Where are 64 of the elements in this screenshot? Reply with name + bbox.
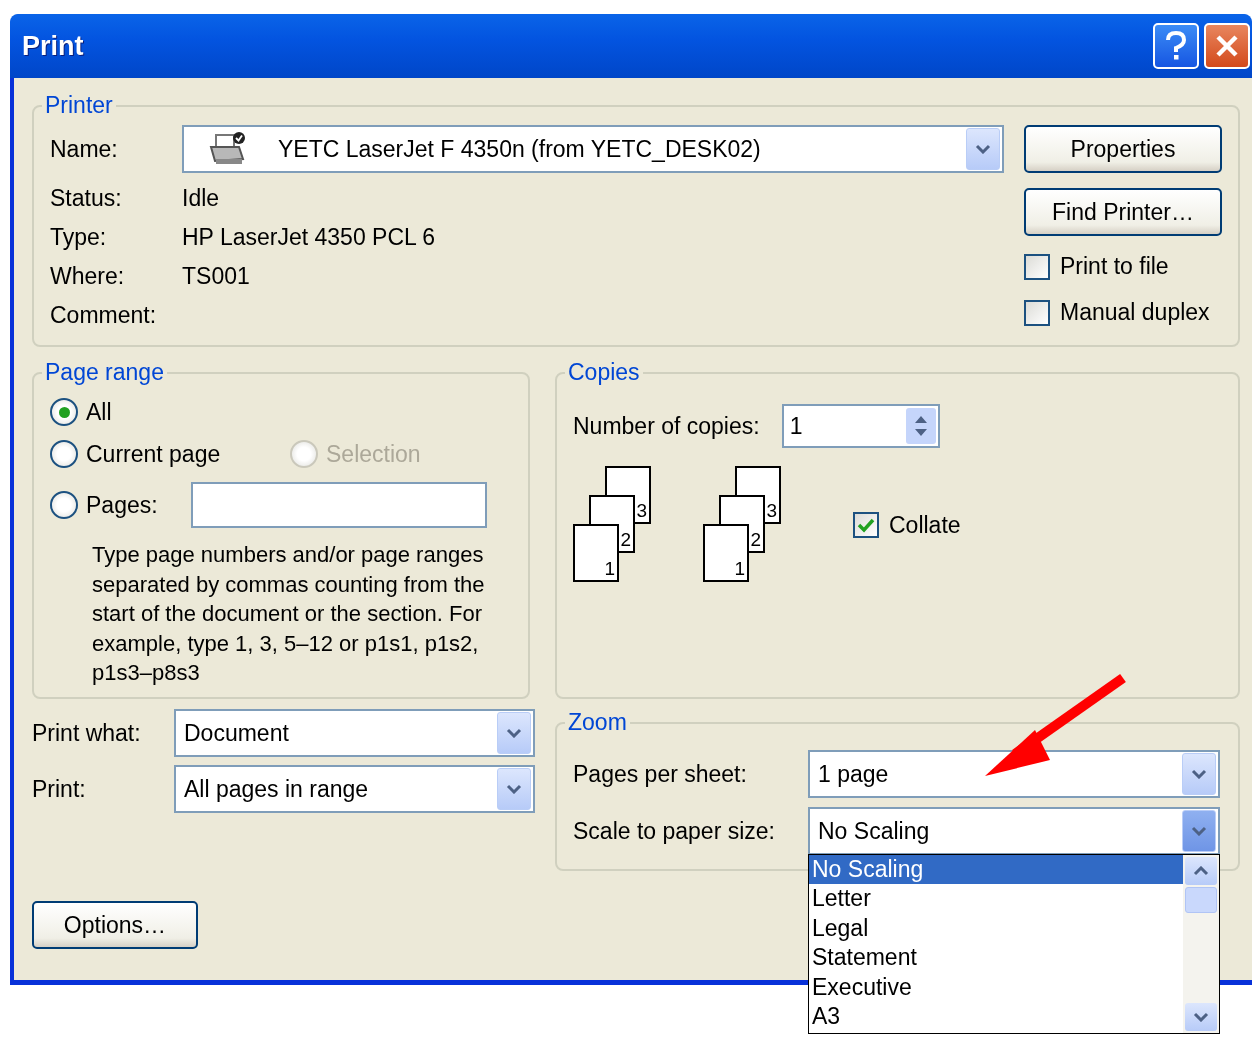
field-label: Pages per sheet:: [573, 760, 748, 788]
group-title: Printer: [44, 92, 114, 119]
chevron-down-icon: [975, 144, 991, 154]
checkbox-label: Print to file: [1060, 253, 1169, 280]
chevron-down-icon: [1191, 826, 1207, 836]
list-option[interactable]: A3: [809, 1001, 1183, 1032]
dialog-button[interactable]: Properties: [1024, 125, 1222, 173]
dialog-button[interactable]: Options…: [32, 901, 198, 949]
dialog-button[interactable]: Find Printer…: [1024, 188, 1222, 236]
group-title: Zoom: [567, 709, 628, 736]
field-label: Number of copies:: [573, 412, 760, 440]
list-option[interactable]: Legal: [809, 913, 1183, 944]
field-label: Scale to paper size:: [573, 817, 776, 845]
radio-button[interactable]: [50, 440, 78, 468]
window-title: Print: [22, 30, 85, 62]
printer-icon: [208, 131, 248, 167]
checkbox[interactable]: [1024, 299, 1050, 326]
scrollbar[interactable]: [1183, 855, 1219, 1033]
dropdown-field[interactable]: All pages in range: [174, 765, 535, 813]
page-sheet: 1: [703, 524, 749, 582]
field-label: Print what:: [32, 719, 142, 747]
page-sheet: 1: [573, 524, 619, 582]
radio-label: Selection: [326, 440, 421, 468]
checkbox[interactable]: [853, 512, 879, 538]
field-value: Idle: [182, 185, 221, 212]
radio-button[interactable]: [50, 398, 78, 426]
chevron-down-icon: [1193, 1012, 1209, 1022]
help-icon: [1165, 31, 1187, 61]
list-option[interactable]: No Scaling: [809, 855, 1183, 885]
field-label: Type:: [50, 224, 108, 251]
checkbox[interactable]: [1024, 253, 1050, 280]
list-option[interactable]: Executive: [809, 972, 1183, 1002]
dropdown-field[interactable]: 1 page: [808, 750, 1220, 798]
field-label: Status:: [50, 185, 123, 212]
checkbox-label: Collate: [889, 511, 961, 539]
field-label: Where:: [50, 263, 126, 290]
dropdown-field[interactable]: Document: [174, 709, 535, 757]
radio-label: Pages:: [86, 491, 158, 519]
field-value: TS001: [182, 263, 251, 290]
chevron-down-icon: [506, 728, 522, 738]
close-button[interactable]: [1204, 23, 1250, 69]
help-text: Type page numbers and/or page ranges separated by commas counting from the start of the document or the section. For example, type 1, 3, 5–12 or p1s1, p1s2, p1s3–p8s3: [92, 541, 486, 687]
close-icon: [1215, 34, 1239, 58]
field-label: Comment:: [50, 302, 158, 329]
group-title: Copies: [567, 359, 641, 386]
chevron-down-icon: [506, 784, 522, 794]
chevron-up-icon: [1193, 866, 1209, 876]
radio-button[interactable]: [50, 491, 78, 519]
copies-spin-field[interactable]: 1: [781, 404, 940, 448]
list-option[interactable]: Letter: [809, 884, 1183, 914]
checkbox-label: Manual duplex: [1060, 299, 1210, 326]
group-title: Page range: [44, 359, 165, 386]
pages-input-field[interactable]: [191, 482, 487, 528]
scroll-thumb[interactable]: [1185, 887, 1217, 913]
chevron-down-icon: [1191, 769, 1207, 779]
help-button[interactable]: [1153, 23, 1199, 69]
dropdown-field[interactable]: YETC LaserJet F 4350n (from YETC_DESK02): [182, 125, 1004, 173]
list-option[interactable]: Statement: [809, 943, 1183, 973]
radio-label: Current page: [86, 440, 221, 468]
radio-label: All: [86, 398, 112, 426]
field-label: Name:: [50, 135, 119, 163]
field-value: HP LaserJet 4350 PCL 6: [182, 224, 437, 251]
field-label: Print:: [32, 775, 87, 803]
dropdown-field[interactable]: No Scaling: [808, 807, 1220, 855]
